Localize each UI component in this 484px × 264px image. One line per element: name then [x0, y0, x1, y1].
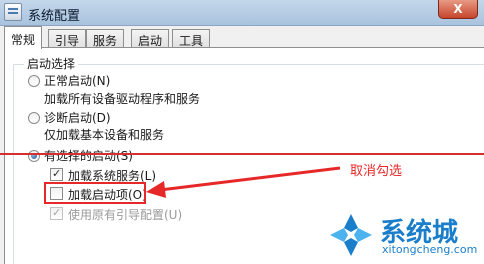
watermark-url: xitongcheng.com	[382, 243, 478, 256]
tab-general[interactable]: 常规	[4, 26, 43, 49]
watermark-logo-icon	[330, 214, 372, 256]
annotation-text: 取消勾选	[350, 164, 403, 179]
